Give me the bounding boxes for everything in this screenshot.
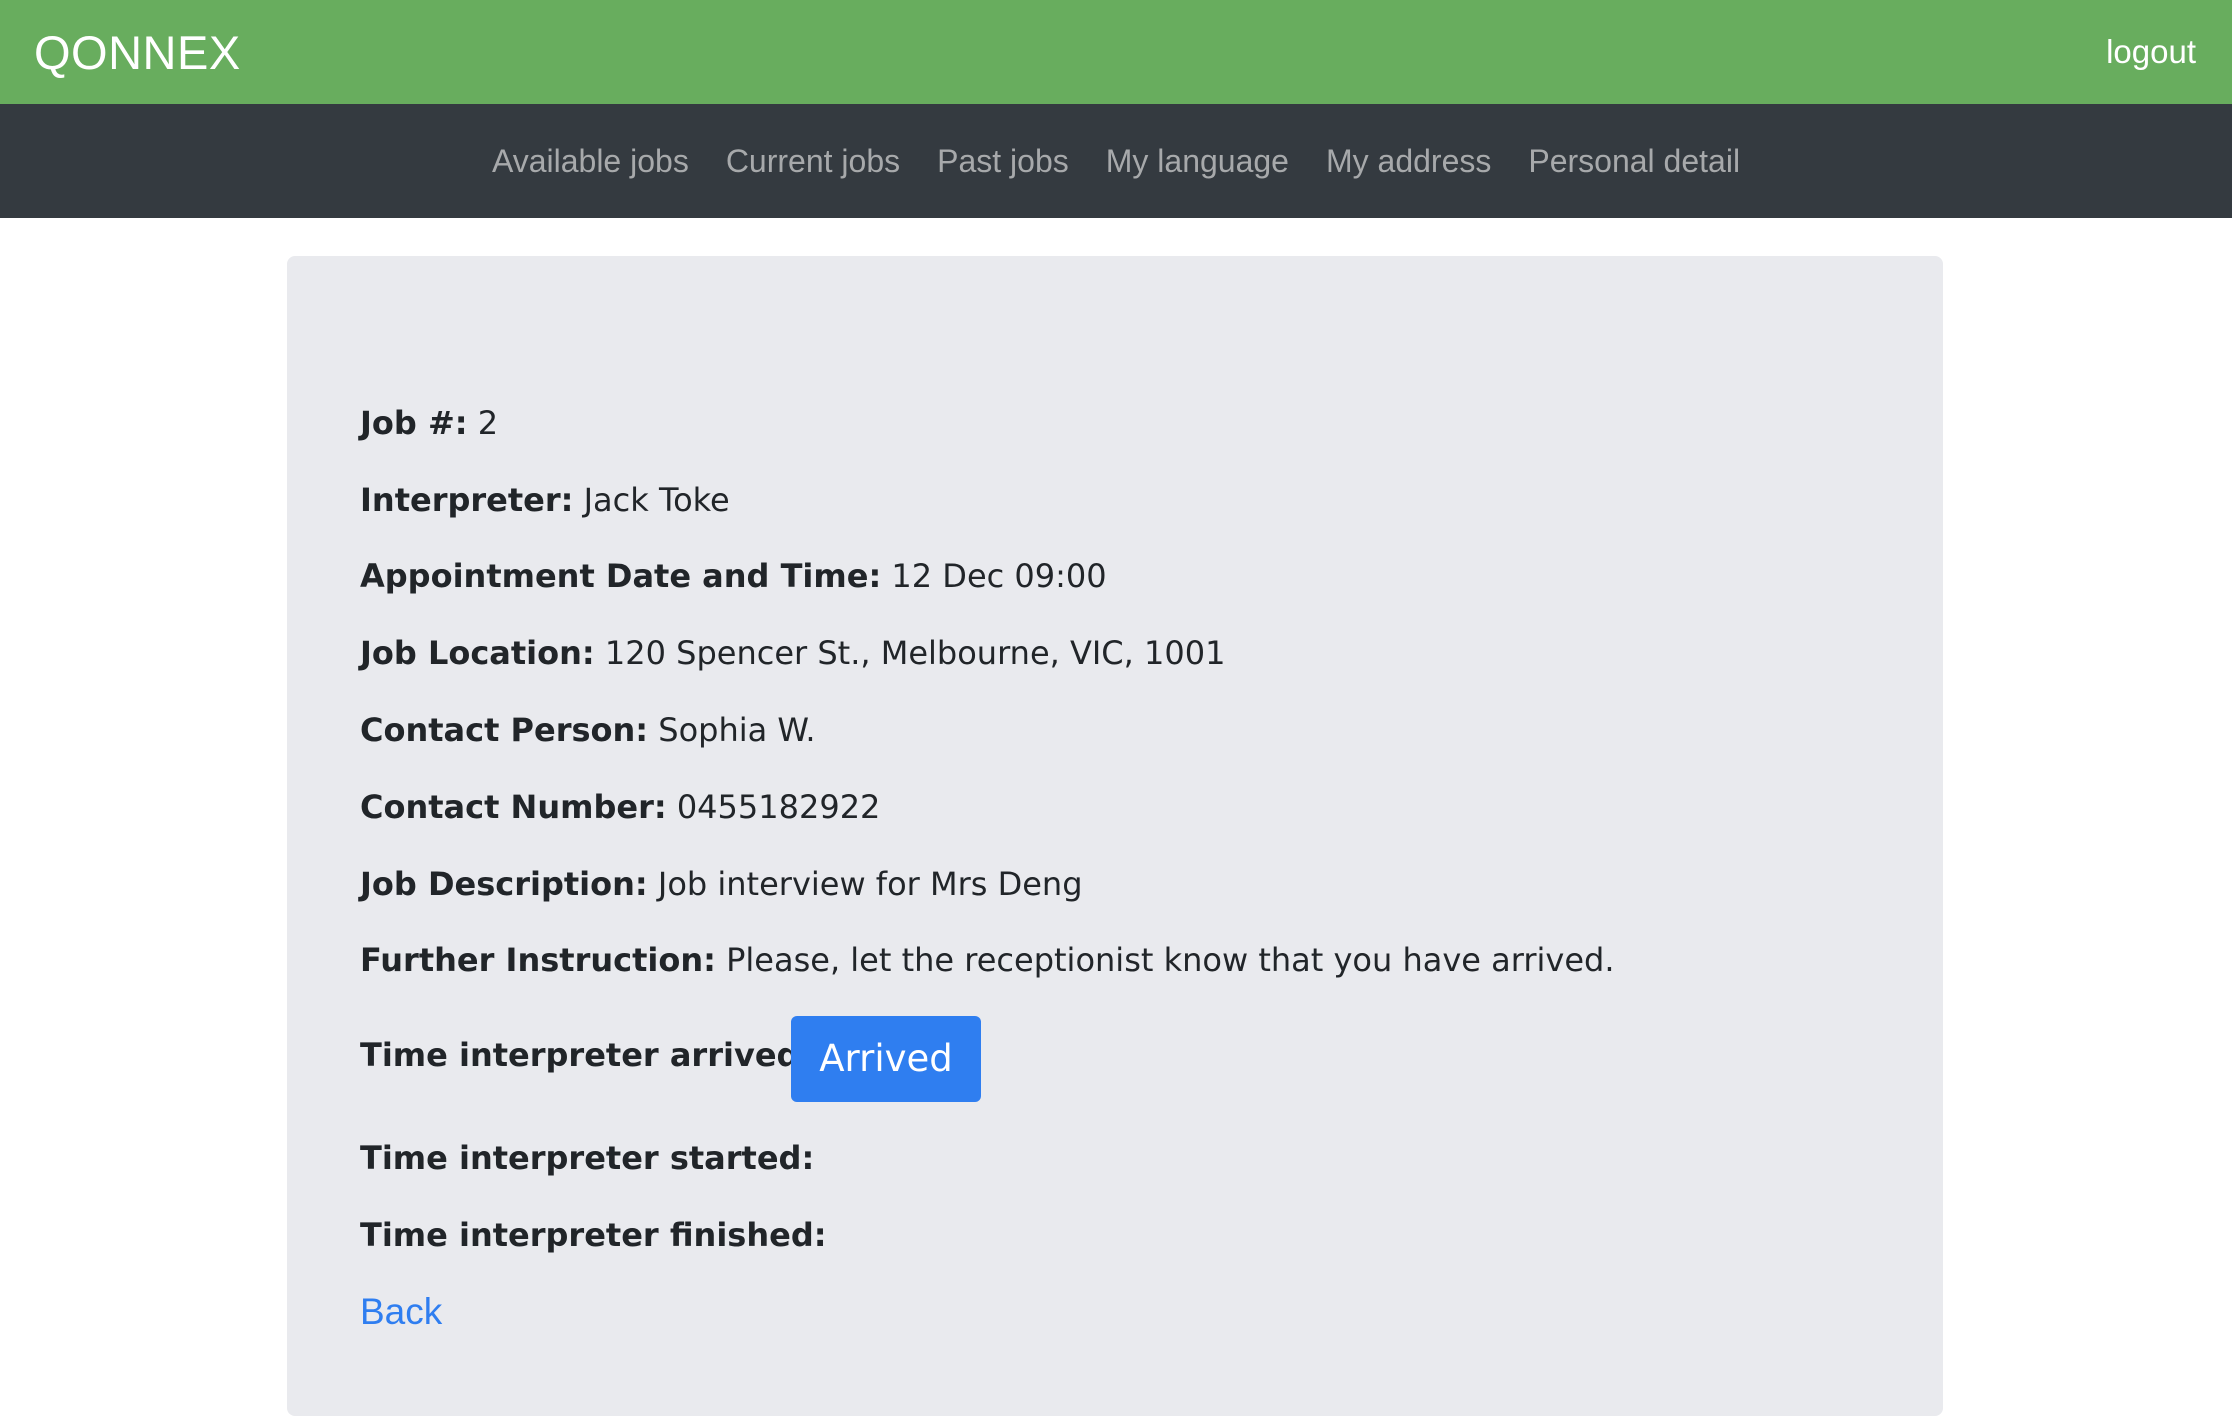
- job-number-label: Job #:: [360, 404, 468, 442]
- appointment-value: 12 Dec 09:00: [891, 557, 1107, 595]
- job-location-label: Job Location:: [360, 634, 595, 672]
- top-header: QONNEX logout: [0, 0, 2232, 104]
- time-arrived-label: Time interpreter arrived:: [360, 1036, 813, 1074]
- interpreter-label: Interpreter:: [360, 481, 574, 519]
- contact-number-value: 0455182922: [676, 788, 881, 826]
- nav-item-personal-detail[interactable]: Personal detail: [1528, 143, 1740, 180]
- nav-item-current-jobs[interactable]: Current jobs: [726, 143, 900, 180]
- job-description-label: Job Description:: [360, 865, 648, 903]
- further-instruction-label: Further Instruction:: [360, 941, 716, 979]
- interpreter-value: Jack Toke: [583, 481, 730, 519]
- appointment-row: Appointment Date and Time: 12 Dec 09:00: [360, 556, 1107, 596]
- contact-person-label: Contact Person:: [360, 711, 649, 749]
- appointment-label: Appointment Date and Time:: [360, 557, 882, 595]
- time-finished-label: Time interpreter finished:: [360, 1216, 827, 1254]
- nav-item-my-address[interactable]: My address: [1326, 143, 1491, 180]
- interpreter-row: Interpreter: Jack Toke: [360, 480, 730, 520]
- job-description-row: Job Description: Job interview for Mrs D…: [360, 864, 1083, 904]
- job-location-row: Job Location: 120 Spencer St., Melbourne…: [360, 633, 1225, 673]
- contact-person-value: Sophia W.: [658, 711, 816, 749]
- job-number-row: Job #: 2: [360, 403, 498, 443]
- nav-item-available-jobs[interactable]: Available jobs: [492, 143, 689, 180]
- job-description-value: Job interview for Mrs Deng: [657, 865, 1083, 903]
- job-number-value: 2: [477, 404, 499, 442]
- main-nav: Available jobs Current jobs Past jobs My…: [0, 104, 2232, 218]
- time-started-row: Time interpreter started:: [360, 1138, 814, 1178]
- time-started-label: Time interpreter started:: [360, 1139, 815, 1177]
- nav-item-past-jobs[interactable]: Past jobs: [937, 143, 1069, 180]
- arrived-button[interactable]: Arrived: [791, 1016, 981, 1102]
- nav-links: Available jobs Current jobs Past jobs My…: [0, 104, 2232, 218]
- contact-number-label: Contact Number:: [360, 788, 667, 826]
- time-arrived-row: Time interpreter arrived:: [360, 1035, 812, 1075]
- job-detail-card: Job #: 2 Interpreter: Jack Toke Appointm…: [287, 256, 1943, 1416]
- further-instruction-row: Further Instruction: Please, let the rec…: [360, 940, 1614, 980]
- contact-person-row: Contact Person: Sophia W.: [360, 710, 816, 750]
- logout-link[interactable]: logout: [2106, 32, 2196, 72]
- time-finished-row: Time interpreter finished:: [360, 1215, 827, 1255]
- job-location-value: 120 Spencer St., Melbourne, VIC, 1001: [604, 634, 1226, 672]
- further-instruction-value: Please, let the receptionist know that y…: [726, 941, 1615, 979]
- nav-item-my-language[interactable]: My language: [1106, 143, 1289, 180]
- back-link[interactable]: Back: [360, 1290, 442, 1334]
- brand-logo[interactable]: QONNEX: [34, 25, 241, 81]
- contact-number-row: Contact Number: 0455182922: [360, 787, 880, 827]
